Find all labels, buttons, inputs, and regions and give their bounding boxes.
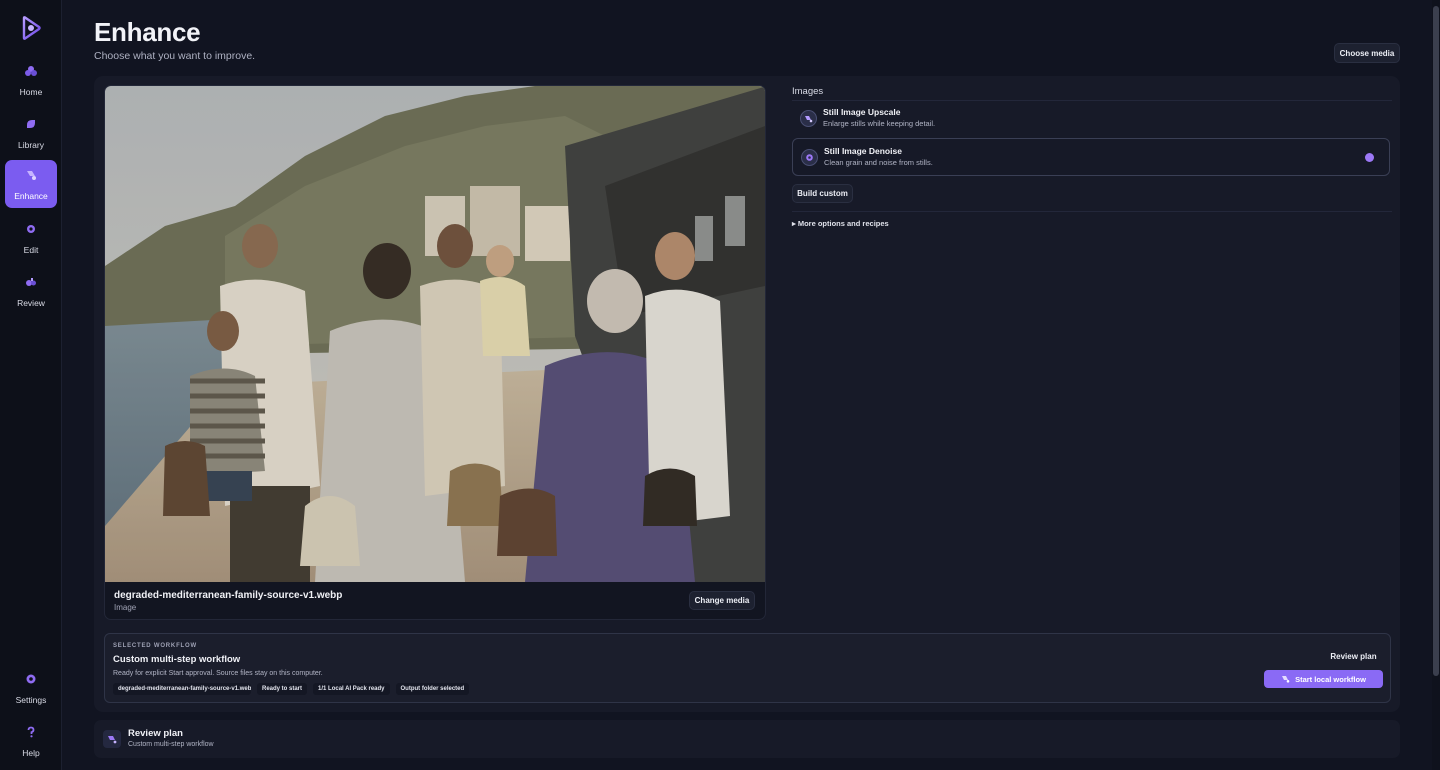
- sidebar-item-enhance[interactable]: Enhance: [5, 160, 57, 208]
- media-card: [104, 85, 766, 620]
- enhance-icon: [27, 171, 36, 180]
- sidebar-item-help[interactable]: Help: [5, 717, 57, 765]
- start-local-workflow-button[interactable]: Start local workflow: [1264, 670, 1383, 688]
- workflow-description: Ready for explicit Start approval. Sourc…: [113, 670, 323, 677]
- workflow-chip-ai-pack: 1/1 Local AI Pack ready: [313, 683, 390, 695]
- option-title: Still Image Upscale: [823, 107, 901, 117]
- workflow-status-chips: degraded-mediterranean-family-source-v1.…: [113, 683, 470, 695]
- scrollbar-thumb[interactable]: [1433, 6, 1439, 676]
- start-icon: [1282, 676, 1290, 683]
- library-icon: [27, 120, 35, 128]
- home-icon: [25, 66, 37, 76]
- workflow-chip-ready: Ready to start: [257, 683, 308, 695]
- start-local-workflow-label: Start local workflow: [1295, 674, 1366, 684]
- review-plan-button[interactable]: Review plan: [1325, 647, 1382, 666]
- review-bar-subtitle: Custom multi-step workflow: [128, 741, 214, 748]
- sidebar: Home Library Enhance Edit Review Setting…: [0, 0, 62, 770]
- option-still-image-upscale[interactable]: Still Image Upscale Enlarge stills while…: [792, 100, 1390, 138]
- sidebar-item-label: Settings: [15, 695, 47, 705]
- selected-workflow-panel: SELECTED WORKFLOW Custom multi-step work…: [104, 633, 1391, 703]
- workflow-label: SELECTED WORKFLOW: [113, 643, 197, 649]
- edit-icon: [27, 225, 35, 233]
- workflow-chip-file: degraded-mediterranean-family-source-v1.…: [113, 683, 251, 695]
- more-options-toggle[interactable]: ▸ More options and recipes: [792, 219, 889, 228]
- page-subtitle: Choose what you want to improve.: [94, 50, 256, 62]
- gear-icon: [26, 674, 36, 684]
- sidebar-item-review[interactable]: Review: [5, 267, 57, 315]
- section-label-images: Images: [792, 86, 824, 97]
- sidebar-item-library[interactable]: Library: [5, 109, 57, 157]
- selected-check-icon: [1365, 153, 1374, 162]
- option-description: Enlarge stills while keeping detail.: [823, 119, 936, 128]
- sidebar-item-settings[interactable]: Settings: [5, 664, 57, 712]
- help-icon: [27, 726, 35, 738]
- play-logo-icon[interactable]: [20, 16, 42, 40]
- sidebar-item-label: Edit: [23, 245, 39, 255]
- sidebar-item-label: Help: [22, 748, 40, 758]
- workflow-chip-output-folder: Output folder selected: [395, 683, 470, 695]
- upscale-icon: [800, 110, 817, 127]
- page-scrollbar[interactable]: [1432, 0, 1440, 770]
- choose-media-button[interactable]: Choose media: [1334, 43, 1400, 63]
- divider: [792, 211, 1392, 212]
- media-file-name: degraded-mediterranean-family-source-v1.…: [114, 590, 343, 601]
- workflow-title: Custom multi-step workflow: [113, 654, 241, 665]
- sidebar-item-edit[interactable]: Edit: [5, 214, 57, 262]
- sidebar-item-home[interactable]: Home: [5, 56, 57, 104]
- media-file-type: Image: [114, 603, 137, 612]
- option-still-image-denoise[interactable]: Still Image Denoise Clean grain and nois…: [792, 138, 1390, 176]
- page-title: Enhance: [94, 17, 201, 47]
- change-media-button[interactable]: Change media: [689, 591, 755, 610]
- option-title: Still Image Denoise: [824, 146, 902, 156]
- sidebar-item-label: Enhance: [14, 191, 48, 201]
- review-bar-title: Review plan: [128, 728, 183, 739]
- sidebar-item-label: Review: [17, 298, 45, 308]
- build-custom-button[interactable]: Build custom: [792, 184, 853, 203]
- sidebar-item-label: Home: [19, 87, 43, 97]
- media-preview-image[interactable]: [105, 86, 766, 582]
- option-description: Clean grain and noise from stills.: [824, 158, 933, 167]
- sidebar-item-label: Library: [18, 140, 44, 150]
- review-plan-bar[interactable]: Review plan Custom multi-step workflow: [94, 720, 1400, 758]
- review-plan-icon: [103, 730, 121, 748]
- denoise-icon: [801, 149, 818, 166]
- review-icon: [26, 278, 36, 286]
